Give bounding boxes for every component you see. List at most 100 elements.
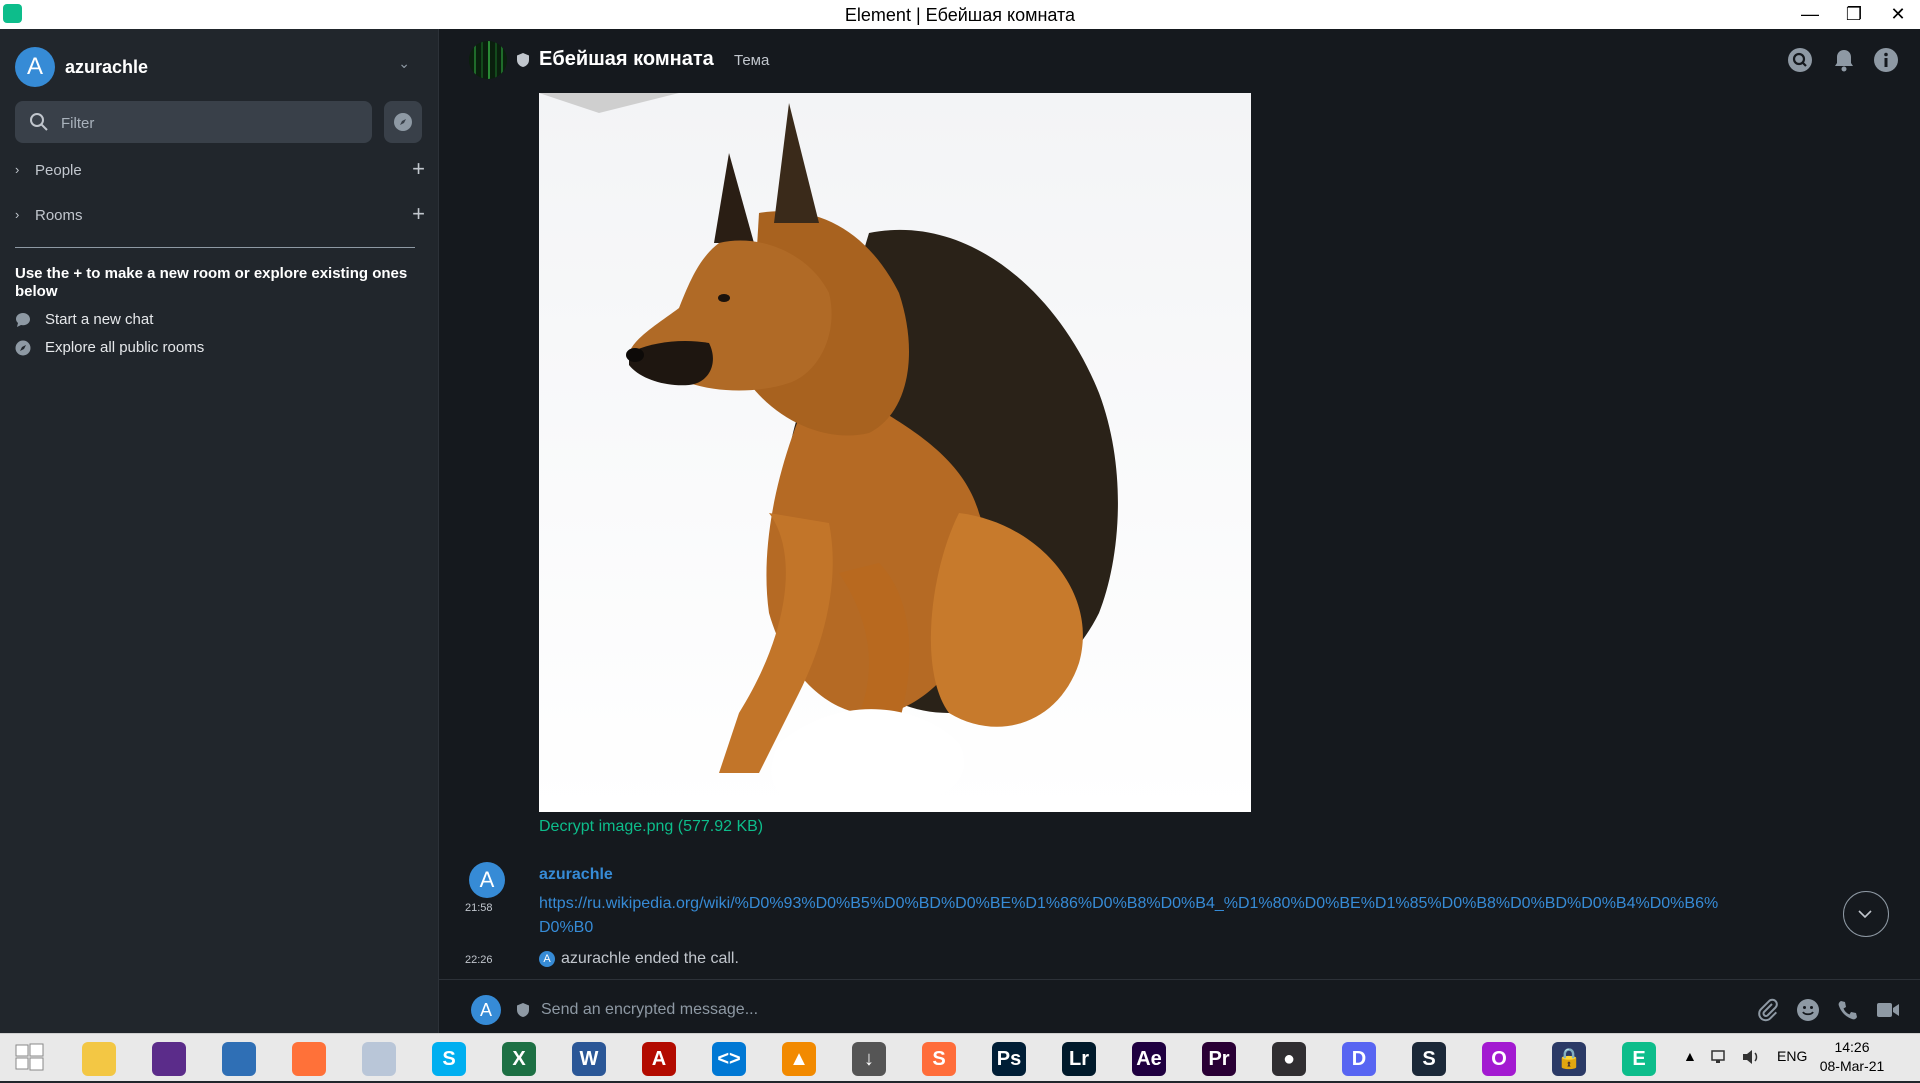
message-timestamp: 21:58 [465,902,493,914]
start-taskbar-button[interactable] [0,1037,56,1078]
close-button[interactable]: ✕ [1876,0,1920,28]
section-label-people[interactable]: People [35,162,82,179]
search-icon[interactable] [1787,47,1813,73]
info-icon[interactable] [1873,47,1899,73]
excel-taskbar-button[interactable]: X [490,1037,546,1078]
word-taskbar-button[interactable]: W [560,1037,616,1078]
timeline: Decrypt image.png (577.92 KB) A 21:58 az… [439,91,1920,981]
sublime-icon: S [922,1042,956,1076]
taskbar: S X W A <> ▲ ↓ S Ps Lr Ae Pr ● D S O 🔒 E ▲ ENG 14:26 08-M… [0,1033,1920,1081]
filter-input[interactable] [59,111,363,135]
message-link[interactable]: https://ru.wikipedia.org/wiki/%D0%93%D0%… [539,892,1729,940]
explore-public-rooms-label[interactable]: Explore all public rooms [45,339,204,356]
browser-globe-taskbar-button[interactable] [210,1037,266,1078]
bell-icon[interactable] [1831,47,1857,73]
language-indicator[interactable]: ENG [1777,1048,1807,1064]
opera-taskbar-button[interactable]: O [1470,1037,1526,1078]
file-explorer-icon [82,1042,116,1076]
vlc-taskbar-button[interactable]: ▲ [770,1037,826,1078]
video-call-icon[interactable] [1876,998,1900,1022]
steam-icon: S [1412,1042,1446,1076]
acrobat-taskbar-button[interactable]: A [630,1037,686,1078]
search-icon [30,113,48,131]
after-effects-taskbar-button[interactable]: Ae [1120,1037,1176,1078]
steam-taskbar-button[interactable]: S [1400,1037,1456,1078]
download-manager-taskbar-button[interactable]: ↓ [840,1037,896,1078]
vpn-lock-icon: 🔒 [1552,1042,1586,1076]
firefox-taskbar-button[interactable] [280,1037,336,1078]
decrypt-image-link[interactable]: Decrypt image.png (577.92 KB) [539,818,763,836]
photoshop-taskbar-button[interactable]: Ps [980,1037,1036,1078]
composer-avatar[interactable]: A [471,995,501,1025]
chevron-down-icon[interactable]: ⌄ [398,55,410,72]
add-person-button[interactable]: + [412,156,425,182]
vlc-icon: ▲ [782,1042,816,1076]
element-icon: E [1622,1042,1656,1076]
discord-taskbar-button[interactable]: D [1330,1037,1386,1078]
minimize-button[interactable]: — [1788,0,1832,28]
emoji-icon[interactable] [1796,998,1820,1022]
system-clock[interactable]: 14:26 08-Mar-21 [1812,1038,1892,1076]
word-icon: W [572,1042,606,1076]
add-room-button[interactable]: + [412,201,425,227]
after-effects-icon: Ae [1132,1042,1166,1076]
explore-rooms-button[interactable] [384,101,422,143]
window-title-bar: Element | Ебейшая комната — ❐ ✕ [0,0,1920,30]
obs-taskbar-button[interactable]: ● [1260,1037,1316,1078]
paperclip-icon[interactable] [1756,998,1780,1022]
chat-bubble-icon [16,313,30,327]
vpn-lock-taskbar-button[interactable]: 🔒 [1540,1037,1596,1078]
section-people[interactable]: › People + [15,156,425,184]
main-panel: Ебейшая комната Тема Decrypt image.png (… [439,29,1920,1033]
start-new-chat-link[interactable]: Start a new chat [15,310,315,330]
lightroom-icon: Lr [1062,1042,1096,1076]
chevron-right-icon[interactable]: › [15,162,19,177]
chevron-right-icon[interactable]: › [15,207,19,222]
message-composer: A [439,979,1920,1034]
volume-icon[interactable] [1741,1047,1763,1067]
file-explorer-taskbar-button[interactable] [70,1037,126,1078]
element-taskbar-button[interactable]: E [1610,1037,1666,1078]
voice-call-icon[interactable] [1836,998,1860,1022]
chevron-down-icon [1858,910,1872,919]
start-icon [12,1042,46,1076]
sender-avatar[interactable]: A [469,862,505,898]
event-avatar[interactable]: A [539,950,555,967]
room-avatar[interactable] [469,41,507,79]
call-ended-event: Aazurachle ended the call. [539,950,739,968]
premiere-taskbar-button[interactable]: Pr [1190,1037,1246,1078]
lightroom-taskbar-button[interactable]: Lr [1050,1037,1106,1078]
user-name[interactable]: azurachle [65,57,148,78]
room-topic[interactable]: Тема [734,52,769,69]
skype-icon: S [432,1042,466,1076]
acrobat-icon: A [642,1042,676,1076]
compass-icon [394,113,412,131]
message-input[interactable] [539,997,1593,1023]
start-new-chat-label[interactable]: Start a new chat [45,311,153,328]
obs-icon: ● [1272,1042,1306,1076]
explore-public-rooms-link[interactable]: Explore all public rooms [15,338,315,358]
network-icon[interactable] [1710,1047,1730,1067]
sender-name[interactable]: azurachle [539,866,613,884]
jump-to-bottom-button[interactable] [1843,891,1889,937]
section-rooms[interactable]: › Rooms + [15,201,425,229]
moon-app-taskbar-button[interactable] [350,1037,406,1078]
window-title: Element | Ебейшая комната [844,5,1076,25]
room-filter[interactable] [15,101,372,143]
vscode-taskbar-button[interactable]: <> [700,1037,756,1078]
firefox-icon [292,1042,326,1076]
media-app-taskbar-button[interactable] [140,1037,196,1078]
user-avatar[interactable]: A [15,47,55,87]
section-label-rooms[interactable]: Rooms [35,207,83,224]
skype-taskbar-button[interactable]: S [420,1037,476,1078]
call-ended-text: azurachle ended the call. [561,950,739,967]
event-timestamp: 22:26 [465,954,493,966]
left-panel: A azurachle ⌄ › People + › Rooms + Use t… [0,29,439,1033]
room-name[interactable]: Ебейшая комната [539,48,714,71]
message-image[interactable] [539,93,1251,812]
moon-app-icon [362,1042,396,1076]
sublime-taskbar-button[interactable]: S [910,1037,966,1078]
user-menu[interactable]: A azurachle ⌄ [15,47,415,87]
tray-expand-icon[interactable]: ▲ [1683,1048,1697,1064]
maximize-button[interactable]: ❐ [1832,0,1876,28]
